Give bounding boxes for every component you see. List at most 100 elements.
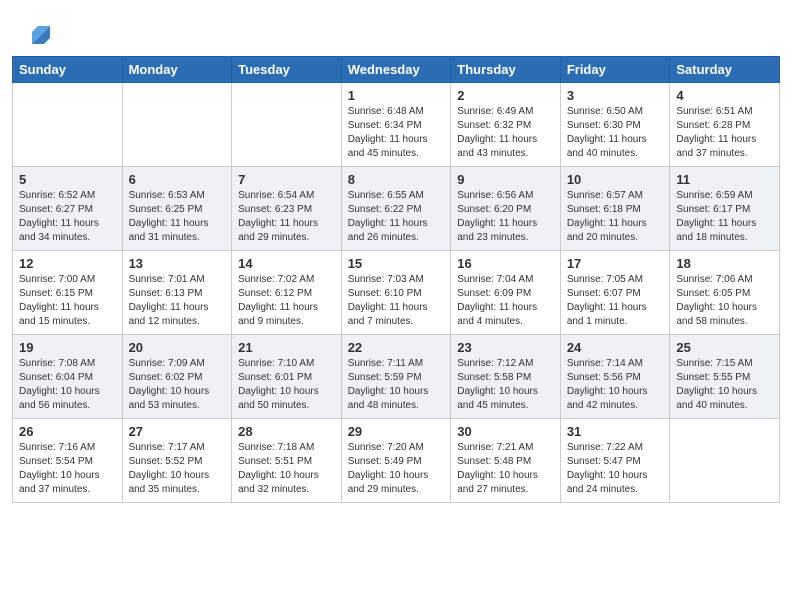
calendar-cell: 17Sunrise: 7:05 AMSunset: 6:07 PMDayligh… xyxy=(560,251,670,335)
day-number: 1 xyxy=(348,88,445,103)
day-info: Sunrise: 6:55 AMSunset: 6:22 PMDaylight:… xyxy=(348,189,445,245)
day-info: Sunrise: 6:53 AMSunset: 6:25 PMDaylight:… xyxy=(129,189,226,245)
logo-text xyxy=(20,16,54,48)
day-number: 7 xyxy=(238,172,335,187)
day-number: 4 xyxy=(676,88,773,103)
day-info: Sunrise: 6:54 AMSunset: 6:23 PMDaylight:… xyxy=(238,189,335,245)
calendar-cell: 19 Sunrise: 7:08 AMSunset: 6:04 PMDayligh… xyxy=(13,335,123,419)
day-info: Sunrise: 6:50 AMSunset: 6:30 PMDaylight:… xyxy=(567,105,664,161)
day-info: Sunrise: 7:20 AMSunset: 5:49 PMDaylight:… xyxy=(348,441,445,497)
col-header-friday: Friday xyxy=(560,57,670,83)
day-number: 2 xyxy=(457,88,554,103)
day-number: 18 xyxy=(676,256,773,271)
calendar-cell: 7 Sunrise: 6:54 AMSunset: 6:23 PMDaylight… xyxy=(232,167,342,251)
day-info: Sunrise: 7:05 AMSunset: 6:07 PMDaylight:… xyxy=(567,273,664,329)
calendar-cell: 9 Sunrise: 6:56 AMSunset: 6:20 PMDaylight… xyxy=(451,167,561,251)
calendar-cell: 26 Sunrise: 7:16 AMSunset: 5:54 PMDayligh… xyxy=(13,419,123,503)
calendar-week-4: 19 Sunrise: 7:08 AMSunset: 6:04 PMDayligh… xyxy=(13,335,780,419)
day-info: Sunrise: 6:56 AMSunset: 6:20 PMDaylight:… xyxy=(457,189,554,245)
calendar-cell: 24Sunrise: 7:14 AMSunset: 5:56 PMDayligh… xyxy=(560,335,670,419)
calendar-cell: 27 Sunrise: 7:17 AMSunset: 5:52 PMDayligh… xyxy=(122,419,232,503)
day-number: 13 xyxy=(129,256,226,271)
day-number: 29 xyxy=(348,424,445,439)
calendar-cell: 5 Sunrise: 6:52 AMSunset: 6:27 PMDaylight… xyxy=(13,167,123,251)
day-info: Sunrise: 7:12 AMSunset: 5:58 PMDaylight:… xyxy=(457,357,554,413)
day-number: 5 xyxy=(19,172,116,187)
day-number: 8 xyxy=(348,172,445,187)
col-header-monday: Monday xyxy=(122,57,232,83)
day-info: Sunrise: 6:59 AMSunset: 6:17 PMDaylight:… xyxy=(676,189,773,245)
calendar-cell: 12Sunrise: 7:00 AMSunset: 6:15 PMDayligh… xyxy=(13,251,123,335)
day-info: Sunrise: 6:52 AMSunset: 6:27 PMDaylight:… xyxy=(19,189,116,245)
calendar-cell: 8 Sunrise: 6:55 AMSunset: 6:22 PMDaylight… xyxy=(341,167,451,251)
calendar-cell: 29 Sunrise: 7:20 AMSunset: 5:49 PMDayligh… xyxy=(341,419,451,503)
calendar-cell: 15 Sunrise: 7:03 AMSunset: 6:10 PMDayligh… xyxy=(341,251,451,335)
day-info: Sunrise: 7:21 AMSunset: 5:48 PMDaylight:… xyxy=(457,441,554,497)
day-info: Sunrise: 6:51 AMSunset: 6:28 PMDaylight:… xyxy=(676,105,773,161)
calendar-wrapper: SundayMondayTuesdayWednesdayThursdayFrid… xyxy=(0,56,792,515)
day-info: Sunrise: 6:49 AMSunset: 6:32 PMDaylight:… xyxy=(457,105,554,161)
day-number: 6 xyxy=(129,172,226,187)
calendar-cell: 23 Sunrise: 7:12 AMSunset: 5:58 PMDayligh… xyxy=(451,335,561,419)
day-number: 27 xyxy=(129,424,226,439)
calendar-week-1: 1 Sunrise: 6:48 AMSunset: 6:34 PMDaylight… xyxy=(13,83,780,167)
day-info: Sunrise: 7:06 AMSunset: 6:05 PMDaylight:… xyxy=(676,273,773,329)
day-info: Sunrise: 7:22 AMSunset: 5:47 PMDaylight:… xyxy=(567,441,664,497)
day-number: 23 xyxy=(457,340,554,355)
day-info: Sunrise: 7:04 AMSunset: 6:09 PMDaylight:… xyxy=(457,273,554,329)
day-number: 22 xyxy=(348,340,445,355)
calendar-cell: 1 Sunrise: 6:48 AMSunset: 6:34 PMDaylight… xyxy=(341,83,451,167)
calendar-cell: 31 Sunrise: 7:22 AMSunset: 5:47 PMDayligh… xyxy=(560,419,670,503)
day-number: 28 xyxy=(238,424,335,439)
calendar-cell: 13 Sunrise: 7:01 AMSunset: 6:13 PMDayligh… xyxy=(122,251,232,335)
day-info: Sunrise: 7:09 AMSunset: 6:02 PMDaylight:… xyxy=(129,357,226,413)
col-header-thursday: Thursday xyxy=(451,57,561,83)
day-info: Sunrise: 7:01 AMSunset: 6:13 PMDaylight:… xyxy=(129,273,226,329)
day-info: Sunrise: 7:08 AMSunset: 6:04 PMDaylight:… xyxy=(19,357,116,413)
calendar-cell: 6 Sunrise: 6:53 AMSunset: 6:25 PMDaylight… xyxy=(122,167,232,251)
logo xyxy=(20,16,54,48)
calendar-week-5: 26 Sunrise: 7:16 AMSunset: 5:54 PMDayligh… xyxy=(13,419,780,503)
page: SundayMondayTuesdayWednesdayThursdayFrid… xyxy=(0,0,792,612)
day-info: Sunrise: 7:15 AMSunset: 5:55 PMDaylight:… xyxy=(676,357,773,413)
calendar-table: SundayMondayTuesdayWednesdayThursdayFrid… xyxy=(12,56,780,503)
calendar-cell xyxy=(122,83,232,167)
calendar-cell xyxy=(13,83,123,167)
day-number: 31 xyxy=(567,424,664,439)
calendar-cell xyxy=(670,419,780,503)
calendar-cell: 20 Sunrise: 7:09 AMSunset: 6:02 PMDayligh… xyxy=(122,335,232,419)
day-info: Sunrise: 7:18 AMSunset: 5:51 PMDaylight:… xyxy=(238,441,335,497)
calendar-week-2: 5 Sunrise: 6:52 AMSunset: 6:27 PMDaylight… xyxy=(13,167,780,251)
day-number: 26 xyxy=(19,424,116,439)
day-info: Sunrise: 7:17 AMSunset: 5:52 PMDaylight:… xyxy=(129,441,226,497)
calendar-cell: 2 Sunrise: 6:49 AMSunset: 6:32 PMDaylight… xyxy=(451,83,561,167)
day-info: Sunrise: 7:10 AMSunset: 6:01 PMDaylight:… xyxy=(238,357,335,413)
calendar-week-3: 12Sunrise: 7:00 AMSunset: 6:15 PMDayligh… xyxy=(13,251,780,335)
col-header-saturday: Saturday xyxy=(670,57,780,83)
calendar-cell: 14Sunrise: 7:02 AMSunset: 6:12 PMDayligh… xyxy=(232,251,342,335)
calendar-cell: 3 Sunrise: 6:50 AMSunset: 6:30 PMDaylight… xyxy=(560,83,670,167)
day-number: 14 xyxy=(238,256,335,271)
day-number: 9 xyxy=(457,172,554,187)
calendar-cell xyxy=(232,83,342,167)
calendar-header-row: SundayMondayTuesdayWednesdayThursdayFrid… xyxy=(13,57,780,83)
day-number: 20 xyxy=(129,340,226,355)
day-number: 19 xyxy=(19,340,116,355)
day-number: 25 xyxy=(676,340,773,355)
day-number: 3 xyxy=(567,88,664,103)
calendar-cell: 18 Sunrise: 7:06 AMSunset: 6:05 PMDayligh… xyxy=(670,251,780,335)
day-info: Sunrise: 7:00 AMSunset: 6:15 PMDaylight:… xyxy=(19,273,116,329)
day-number: 16 xyxy=(457,256,554,271)
col-header-wednesday: Wednesday xyxy=(341,57,451,83)
day-number: 10 xyxy=(567,172,664,187)
calendar-cell: 21Sunrise: 7:10 AMSunset: 6:01 PMDayligh… xyxy=(232,335,342,419)
calendar-cell: 11Sunrise: 6:59 AMSunset: 6:17 PMDayligh… xyxy=(670,167,780,251)
day-info: Sunrise: 7:03 AMSunset: 6:10 PMDaylight:… xyxy=(348,273,445,329)
day-number: 30 xyxy=(457,424,554,439)
day-number: 15 xyxy=(348,256,445,271)
day-info: Sunrise: 7:16 AMSunset: 5:54 PMDaylight:… xyxy=(19,441,116,497)
day-info: Sunrise: 6:48 AMSunset: 6:34 PMDaylight:… xyxy=(348,105,445,161)
calendar-cell: 10 Sunrise: 6:57 AMSunset: 6:18 PMDayligh… xyxy=(560,167,670,251)
col-header-sunday: Sunday xyxy=(13,57,123,83)
day-info: Sunrise: 6:57 AMSunset: 6:18 PMDaylight:… xyxy=(567,189,664,245)
